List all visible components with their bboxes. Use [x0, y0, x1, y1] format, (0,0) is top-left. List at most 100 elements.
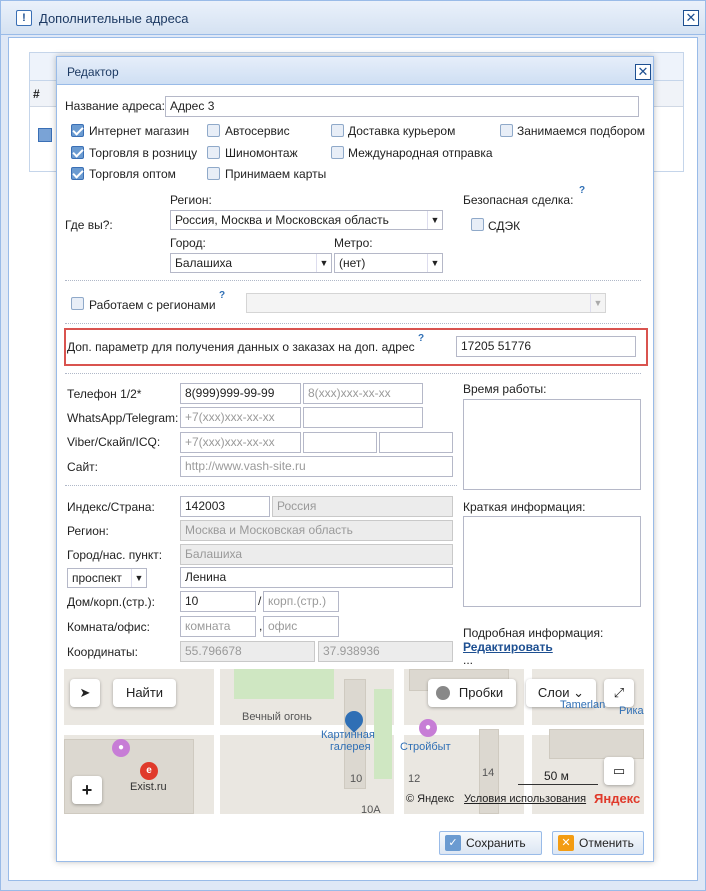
fullscreen-button[interactable]: ⤢: [604, 679, 634, 707]
separator: [65, 373, 641, 374]
label-cards: Принимаем карты: [225, 167, 327, 181]
street-type-select[interactable]: проспект ▼: [67, 568, 147, 588]
store-icon: ●: [419, 719, 437, 737]
house-12: 12: [408, 773, 421, 785]
label-cdek: СДЭК: [488, 219, 521, 233]
checkbox-selection[interactable]: [500, 124, 513, 137]
region-select[interactable]: Россия, Москва и Московская область ▼: [170, 210, 443, 230]
region-select-value: Россия, Москва и Московская область: [175, 213, 389, 227]
where-label: Где вы?:: [65, 218, 113, 232]
editor-title: Редактор: [67, 65, 119, 79]
city2-label: Город/нас. пункт:: [67, 548, 163, 562]
label-regions: Работаем с регионами: [89, 298, 216, 312]
house-10: 10: [350, 773, 363, 785]
extra-param-input[interactable]: 17205 51776: [456, 336, 636, 357]
whatsapp2-input[interactable]: [303, 407, 423, 428]
metro-label: Метро:: [334, 236, 373, 250]
edit-detail-link[interactable]: Редактировать: [463, 640, 553, 654]
checkbox-courier[interactable]: [331, 124, 344, 137]
index-input[interactable]: 142003: [180, 496, 270, 517]
find-button[interactable]: Найти: [113, 679, 176, 707]
metro-select[interactable]: (нет) ▼: [334, 253, 443, 273]
traffic-label: Пробки: [458, 685, 504, 700]
scale-label: 50 м: [544, 769, 569, 783]
icq-input[interactable]: [379, 432, 453, 453]
extra-param-help-icon[interactable]: ?: [418, 333, 424, 344]
detail-label: Подробная информация:: [463, 626, 604, 640]
metro-select-value: (нет): [339, 256, 366, 270]
whatsapp-input[interactable]: +7(xxx)xxx-xx-xx: [180, 407, 301, 428]
zoom-in-button[interactable]: +: [72, 776, 102, 804]
poi-eternal-flame: Вечный огонь: [242, 711, 312, 723]
traffic-button[interactable]: Пробки: [428, 679, 516, 707]
cancel-button[interactable]: ✕ Отменить: [552, 831, 644, 855]
save-label: Сохранить: [466, 836, 526, 850]
poi-gallery-line1: Картинная: [321, 729, 375, 741]
yandex-map[interactable]: ➤ Найти Пробки Слои ⌄ ⤢ Вечный огонь Кар…: [64, 669, 644, 814]
checkbox-internet-shop[interactable]: [71, 124, 84, 137]
poi-tamerlan: Tamerlan: [560, 699, 606, 711]
chevron-down-icon: ⌄: [573, 685, 585, 700]
save-button[interactable]: ✓ Сохранить: [439, 831, 542, 855]
checkbox-wholesale[interactable]: [71, 167, 84, 180]
safe-deal-label: Безопасная сделка:: [463, 193, 574, 207]
editor-close-button[interactable]: ✕: [635, 64, 651, 80]
checkbox-regions[interactable]: [71, 297, 84, 310]
edit-row-icon[interactable]: [38, 128, 52, 142]
brief-label: Краткая информация:: [463, 500, 586, 514]
checkbox-cards[interactable]: [207, 167, 220, 180]
chevron-down-icon: ▼: [131, 569, 146, 587]
house-label: Дом/корп.(стр.):: [67, 595, 155, 609]
checkbox-autoservice[interactable]: [207, 124, 220, 137]
checkbox-tire-service[interactable]: [207, 146, 220, 159]
street-type-value: проспект: [72, 571, 122, 585]
address-name-input[interactable]: Адрес 3: [165, 96, 639, 117]
detail-ellipsis: ...: [463, 653, 474, 667]
room-comma: ,: [259, 619, 263, 633]
viber-input[interactable]: +7(xxx)xxx-xx-xx: [180, 432, 301, 453]
terms-link[interactable]: Условия использования: [464, 793, 586, 805]
country-input: Россия: [272, 496, 453, 517]
office-input[interactable]: офис: [263, 616, 339, 637]
checkbox-retail[interactable]: [71, 146, 84, 159]
separator: [65, 485, 457, 486]
address-name-label: Название адреса:: [65, 99, 165, 113]
room-input[interactable]: комната: [180, 616, 256, 637]
exist-logo-icon: e: [140, 762, 158, 780]
traffic-icon: [436, 686, 450, 700]
label-autoservice: Автосервис: [225, 124, 290, 138]
separator: [65, 323, 641, 324]
poi-gallery-line2: галерея: [330, 741, 371, 753]
check-icon: ✓: [445, 835, 461, 851]
regions-select[interactable]: ▼: [246, 293, 606, 313]
outer-close-button[interactable]: ✕: [683, 10, 699, 26]
label-selection: Занимаемся подбором: [517, 124, 645, 138]
house-14: 14: [482, 767, 495, 779]
site-input[interactable]: http://www.vash-site.ru: [180, 456, 453, 477]
outer-title: Дополнительные адреса: [39, 11, 189, 26]
outer-header: ! Дополнительные адреса ✕: [1, 1, 705, 35]
grid-col-hash: #: [33, 87, 40, 101]
locate-button[interactable]: ➤: [70, 679, 100, 707]
lat-input: 55.796678: [180, 641, 315, 662]
chevron-down-icon: ▼: [427, 211, 442, 229]
brief-textarea[interactable]: [463, 516, 641, 607]
scale-bar: 50 м: [518, 769, 598, 785]
city-select-value: Балашиха: [175, 256, 233, 270]
work-time-textarea[interactable]: [463, 399, 641, 490]
skype-input[interactable]: [303, 432, 377, 453]
phone1-input[interactable]: 8(999)999-99-99: [180, 383, 301, 404]
ruler-button[interactable]: ▭: [604, 757, 634, 785]
phone2-input[interactable]: 8(xxx)xxx-xx-xx: [303, 383, 423, 404]
safe-deal-help-icon[interactable]: ?: [579, 185, 585, 196]
checkbox-cdek[interactable]: [471, 218, 484, 231]
street-input[interactable]: Ленина: [180, 567, 453, 588]
regions-help-icon[interactable]: ?: [219, 290, 225, 301]
house-slash: /: [258, 594, 262, 608]
label-courier: Доставка курьером: [348, 124, 456, 138]
city-select[interactable]: Балашиха ▼: [170, 253, 332, 273]
house-input[interactable]: 10: [180, 591, 256, 612]
korp-input[interactable]: корп.(стр.): [263, 591, 339, 612]
poi-stroybyt: Стройбыт: [400, 741, 451, 753]
checkbox-international[interactable]: [331, 146, 344, 159]
